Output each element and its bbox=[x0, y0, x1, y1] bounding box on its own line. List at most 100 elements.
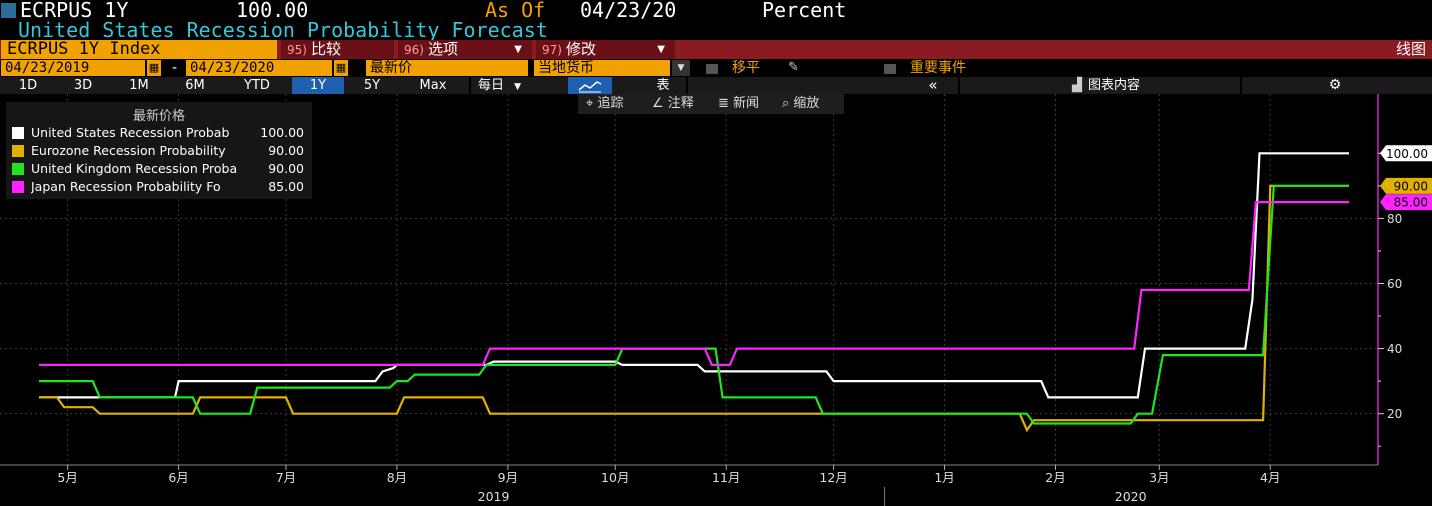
x-tick-label: 5月 bbox=[57, 470, 77, 485]
shift-checkbox[interactable] bbox=[706, 64, 718, 74]
range-button-3d[interactable]: 3D bbox=[58, 77, 108, 94]
y-tick-label: 60 bbox=[1387, 277, 1402, 291]
compare-num: 95) bbox=[287, 43, 307, 57]
divider bbox=[686, 77, 688, 94]
legend-item[interactable]: Japan Recession Probability Fo 85.00 bbox=[12, 178, 312, 196]
track-label: 追踪 bbox=[597, 96, 624, 111]
legend-item-name: Eurozone Recession Probability bbox=[31, 143, 226, 158]
shift-label: 移平 bbox=[732, 60, 760, 76]
controls-bar: 04/23/2019 ▦ - 04/23/2020 ▦ 最新价 当地货币 ▼ 移… bbox=[0, 59, 1432, 77]
as-of-date: 04/23/20 bbox=[580, 0, 677, 22]
annotate-button[interactable]: ∠ 注释 bbox=[652, 95, 694, 113]
table-view-button[interactable]: 表 bbox=[646, 77, 680, 94]
news-icon: ≣ bbox=[718, 96, 729, 111]
modify-label: 修改 bbox=[565, 40, 596, 58]
x-tick-label: 11月 bbox=[712, 470, 740, 485]
options-num: 96) bbox=[404, 43, 424, 57]
y-tick-label: 20 bbox=[1387, 407, 1402, 421]
chart-tools-bar: ⌖ 追踪 ∠ 注释 ≣ 新闻 ⌕ 缩放 bbox=[578, 94, 844, 114]
menu-bar: ECRPUS 1Y Index 95) 比较 96) 选项 ▼ 97) 修改 ▼ 线图 bbox=[0, 40, 1432, 59]
events-checkbox[interactable] bbox=[884, 64, 896, 74]
compare-button[interactable]: 95) 比较 bbox=[281, 40, 394, 59]
range-button-max[interactable]: Max bbox=[402, 77, 464, 94]
options-chevron-down-icon: ▼ bbox=[514, 44, 522, 55]
pencil-icon[interactable]: ✎ bbox=[788, 60, 799, 76]
chart-subtitle: United States Recession Probability Fore… bbox=[18, 18, 548, 42]
x-year-label: 2020 bbox=[1115, 489, 1147, 504]
frequency-chevron-down-icon: ▼ bbox=[514, 82, 522, 92]
legend-swatch bbox=[12, 145, 24, 157]
modify-num: 97) bbox=[542, 43, 562, 57]
news-button[interactable]: ≣ 新闻 bbox=[718, 95, 759, 113]
currency-select[interactable]: 当地货币 bbox=[534, 60, 670, 76]
line-chart-view-icon[interactable] bbox=[568, 77, 612, 94]
date-separator: - bbox=[172, 60, 178, 76]
range-button-1m[interactable]: 1M bbox=[114, 77, 164, 94]
modify-button[interactable]: 97) 修改 ▼ bbox=[536, 40, 675, 59]
range-button-5y[interactable]: 5Y bbox=[348, 77, 396, 94]
legend-swatch bbox=[12, 127, 24, 139]
series-line bbox=[39, 184, 1349, 433]
x-tick-label: 1月 bbox=[934, 470, 954, 485]
x-tick-label: 10月 bbox=[601, 470, 629, 485]
title-bar: ECRPUS 1Y 100.00 As Of 04/23/20 Percent … bbox=[0, 0, 1432, 42]
last-value-text: 100.00 bbox=[1386, 147, 1428, 161]
chart-content-button[interactable]: ▟ 图表内容 bbox=[1036, 77, 1176, 94]
last-value-labels: 100.00 90.00 85.00 bbox=[1380, 145, 1432, 211]
start-date-input[interactable]: 04/23/2019 bbox=[1, 60, 145, 76]
range-button-1y[interactable]: 1Y bbox=[292, 77, 344, 94]
x-tick-label: 12月 bbox=[819, 470, 847, 485]
end-date-input[interactable]: 04/23/2020 bbox=[186, 60, 332, 76]
legend-item[interactable]: Eurozone Recession Probability 90.00 bbox=[12, 142, 312, 160]
range-button-ytd[interactable]: YTD bbox=[226, 77, 288, 94]
last-value-text: 85.00 bbox=[1394, 196, 1428, 210]
x-tick-label: 9月 bbox=[498, 470, 518, 485]
legend-item-name: United Kingdom Recession Proba bbox=[31, 161, 238, 176]
annotate-label: 注释 bbox=[667, 96, 694, 111]
modify-chevron-down-icon: ▼ bbox=[657, 44, 665, 55]
range-button-1d[interactable]: 1D bbox=[6, 77, 50, 94]
frequency-select[interactable]: 每日 ▼ bbox=[474, 77, 558, 94]
start-calendar-icon[interactable]: ▦ bbox=[147, 60, 161, 76]
pen-icon: ∠ bbox=[652, 96, 664, 111]
x-year-label: 2019 bbox=[478, 489, 510, 504]
chart-content-label: 图表内容 bbox=[1087, 78, 1140, 93]
legend-item-name: United States Recession Probab bbox=[31, 125, 230, 140]
ticker-color-box bbox=[1, 3, 16, 18]
range-button-6m[interactable]: 6M bbox=[170, 77, 220, 94]
legend-item-value: 100.00 bbox=[260, 125, 304, 140]
x-tick-label: 8月 bbox=[387, 470, 407, 485]
frequency-label: 每日 bbox=[478, 78, 505, 93]
index-name-field[interactable]: ECRPUS 1Y Index bbox=[1, 40, 277, 59]
chart-type-label[interactable]: 线图 bbox=[1396, 40, 1426, 59]
collapse-icon[interactable]: « bbox=[916, 77, 950, 94]
options-button[interactable]: 96) 选项 ▼ bbox=[398, 40, 532, 59]
compare-label: 比较 bbox=[310, 40, 341, 58]
magnifier-icon: ⌕ bbox=[782, 96, 790, 111]
gear-icon[interactable]: ⚙ bbox=[1320, 77, 1350, 94]
legend: 最新价格 United States Recession Probab 100.… bbox=[6, 102, 312, 199]
series-line bbox=[39, 184, 1349, 425]
price-field-select[interactable]: 最新价 bbox=[366, 60, 528, 76]
x-axis: 4月5月6月7月8月9月10月11月12月1月2月3月4月20192020 bbox=[0, 464, 1378, 506]
x-tick-label: 2月 bbox=[1045, 470, 1065, 485]
legend-item-value: 85.00 bbox=[268, 179, 304, 194]
divider bbox=[958, 77, 960, 94]
y-tick-label: 80 bbox=[1387, 212, 1402, 226]
crosshair-icon: ⌖ bbox=[586, 96, 594, 111]
zoom-label: 缩放 bbox=[793, 96, 820, 111]
end-calendar-icon[interactable]: ▦ bbox=[334, 60, 348, 76]
x-tick-label: 7月 bbox=[276, 470, 296, 485]
zoom-button[interactable]: ⌕ 缩放 bbox=[782, 95, 819, 113]
divider bbox=[469, 77, 471, 94]
track-button[interactable]: ⌖ 追踪 bbox=[586, 95, 623, 113]
x-tick-label: 4月 bbox=[1260, 470, 1280, 485]
currency-chevron-down-icon[interactable]: ▼ bbox=[672, 60, 690, 76]
legend-item[interactable]: United States Recession Probab 100.00 bbox=[12, 124, 312, 142]
events-label: 重要事件 bbox=[910, 60, 966, 76]
x-tick-label: 6月 bbox=[168, 470, 188, 485]
legend-item[interactable]: United Kingdom Recession Proba 90.00 bbox=[12, 160, 312, 178]
legend-item-value: 90.00 bbox=[268, 143, 304, 158]
y-tick-label: 40 bbox=[1387, 342, 1402, 356]
chart-content-icon: ▟ bbox=[1071, 78, 1082, 93]
